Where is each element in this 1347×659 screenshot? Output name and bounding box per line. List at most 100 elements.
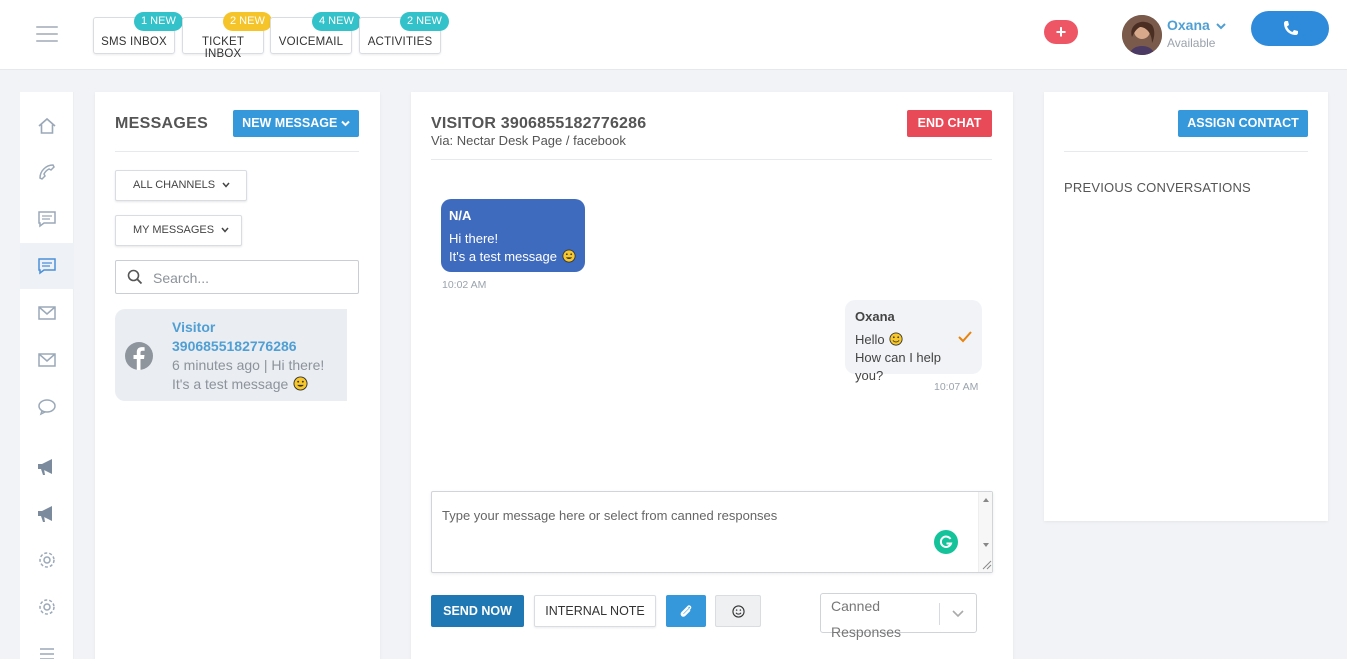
tab-label: TICKET INBOX: [201, 36, 245, 60]
message-line-text: It's a test message: [449, 249, 557, 264]
mail-icon: [38, 353, 56, 367]
conversation-preview: 6 minutes ago | Hi there! It's a test me…: [172, 356, 344, 394]
call-button[interactable]: [1251, 11, 1329, 46]
smile-emoji-icon: [889, 332, 903, 346]
check-icon: [958, 331, 972, 343]
divider: [115, 151, 359, 152]
message-bubble-outgoing: Oxana Hello How can I help you?: [845, 300, 982, 383]
assign-contact-button[interactable]: ASSIGN CONTACT: [1178, 110, 1308, 137]
menu-icon[interactable]: [36, 26, 58, 42]
gear-icon: [39, 599, 55, 615]
sms-new-badge: 1 NEW: [134, 12, 183, 31]
message-time: 10:07 AM: [934, 381, 979, 393]
message-line: Hello: [855, 331, 972, 349]
canned-responses-select[interactable]: Canned Responses: [820, 593, 977, 640]
scroll-up-icon: [983, 498, 989, 502]
channels-filter-label: ALL CHANNELS: [133, 179, 216, 191]
nav-calls[interactable]: [20, 149, 74, 195]
message-sender: N/A: [449, 208, 472, 223]
messages-title: MESSAGES: [115, 115, 209, 132]
tab-label: VOICEMAIL: [278, 36, 344, 48]
emoji-button[interactable]: [715, 595, 761, 627]
smile-icon: [731, 604, 745, 618]
nav-chat[interactable]: [20, 243, 74, 289]
resize-handle-icon[interactable]: [980, 558, 992, 570]
message-bubble-incoming: N/A Hi there! It's a test message: [441, 199, 585, 272]
chat-icon: [38, 258, 56, 275]
home-icon: [38, 117, 56, 134]
canned-responses-value: Canned Responses: [831, 598, 902, 640]
user-status: Available: [1167, 36, 1216, 50]
chat-subtitle: Via: Nectar Desk Page / facebook: [431, 133, 626, 148]
list-icon: [40, 648, 54, 659]
message-sender: Oxana: [855, 309, 895, 324]
avatar[interactable]: [1122, 15, 1162, 55]
contact-panel: ASSIGN CONTACT PREVIOUS CONVERSATIONS: [1044, 92, 1328, 521]
phone-icon: [1284, 21, 1298, 35]
internal-note-button[interactable]: INTERNAL NOTE: [534, 595, 656, 627]
scroll-down-icon: [983, 543, 989, 547]
chat-title: VISITOR 3906855182776286: [431, 115, 647, 132]
message-input[interactable]: Type your message here or select from ca…: [431, 491, 993, 573]
nav-sms[interactable]: [20, 196, 74, 242]
chevron-down-icon: [952, 610, 964, 618]
nav-home[interactable]: [20, 103, 74, 149]
message-line: How can I help you?: [855, 350, 941, 383]
new-message-label: NEW MESSAGE: [242, 116, 338, 130]
sms-icon: [38, 211, 56, 228]
scrollbar[interactable]: [978, 492, 992, 572]
chat-panel: VISITOR 3906855182776286 Via: Nectar Des…: [411, 92, 1013, 659]
owner-filter-label: MY MESSAGES: [133, 224, 215, 236]
divider: [939, 603, 940, 625]
new-message-button[interactable]: NEW MESSAGE: [233, 110, 359, 137]
chevron-down-icon: [1215, 23, 1226, 30]
message-line: Hi there!: [449, 231, 499, 246]
smile-emoji-icon: [293, 376, 308, 391]
nav-comments[interactable]: [20, 384, 74, 430]
chevron-down-icon: [221, 227, 229, 233]
chevron-down-icon: [341, 120, 350, 127]
end-chat-button[interactable]: END CHAT: [907, 110, 992, 137]
nav-campaigns-2[interactable]: [20, 491, 74, 537]
message-line: It's a test message: [449, 248, 577, 266]
nav-list[interactable]: [20, 631, 74, 659]
megaphone-icon: [38, 459, 52, 475]
add-button[interactable]: +: [1044, 20, 1078, 44]
nav-email-2[interactable]: [20, 337, 74, 383]
facebook-icon: [125, 342, 153, 370]
message-line-text: Hello: [855, 332, 885, 347]
send-now-button[interactable]: SEND NOW: [431, 595, 524, 627]
message-time: 10:02 AM: [442, 279, 487, 291]
user-name: Oxana: [1167, 17, 1210, 33]
search-placeholder: Search...: [153, 270, 210, 286]
user-menu[interactable]: Oxana: [1167, 17, 1226, 33]
nav-email[interactable]: [20, 290, 74, 336]
voicemail-new-badge: 4 NEW: [312, 12, 361, 31]
gear-icon: [39, 552, 55, 568]
search-input[interactable]: Search...: [115, 260, 359, 294]
smile-emoji-icon: [562, 249, 576, 263]
message-input-placeholder: Type your message here or select from ca…: [442, 508, 778, 523]
left-nav: [20, 92, 74, 659]
activities-new-badge: 2 NEW: [400, 12, 449, 31]
owner-filter[interactable]: MY MESSAGES: [115, 215, 242, 246]
tab-label: ACTIVITIES: [367, 36, 433, 48]
chevron-down-icon: [222, 182, 230, 188]
top-bar: SMS INBOX 1 NEW TICKET INBOX 2 NEW VOICE…: [0, 0, 1347, 70]
nav-settings-2[interactable]: [20, 584, 74, 630]
phone-icon: [39, 164, 55, 180]
paperclip-icon: [680, 605, 692, 617]
ticket-new-badge: 2 NEW: [223, 12, 272, 31]
megaphone-icon: [38, 506, 52, 522]
messages-panel: MESSAGES NEW MESSAGE ALL CHANNELS MY MES…: [95, 92, 380, 659]
conversation-name: Visitor 3906855182776286: [172, 319, 297, 354]
nav-settings[interactable]: [20, 537, 74, 583]
conversation-item[interactable]: Visitor 3906855182776286 6 minutes ago |…: [115, 309, 347, 401]
nav-campaigns[interactable]: [20, 444, 74, 490]
attach-button[interactable]: [666, 595, 706, 627]
divider: [1064, 151, 1308, 152]
comment-icon: [38, 399, 56, 416]
mail-icon: [38, 306, 56, 320]
channels-filter[interactable]: ALL CHANNELS: [115, 170, 247, 201]
grammarly-icon[interactable]: [934, 530, 958, 554]
